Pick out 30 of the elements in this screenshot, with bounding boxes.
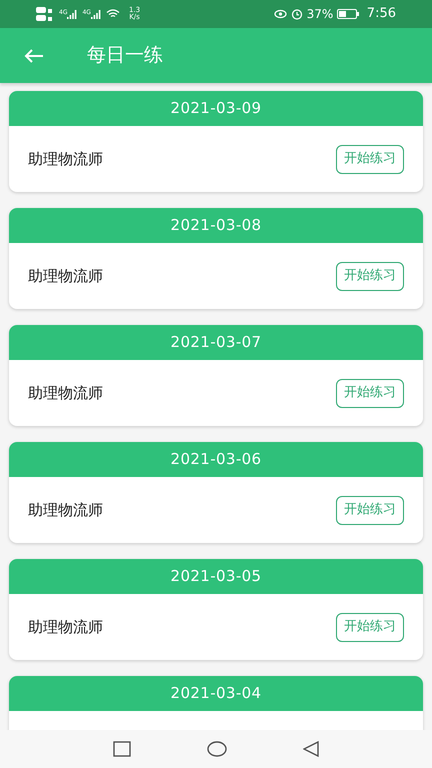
practice-date: 2021-03-05	[170, 566, 262, 588]
practice-title: 助理物流师	[28, 382, 103, 404]
triangle-back-icon[interactable]	[303, 741, 319, 757]
eye-icon	[274, 9, 287, 19]
clock-time: 7:56	[366, 5, 396, 24]
start-practice-button[interactable]: 开始练习	[336, 378, 404, 408]
signal-icon	[90, 10, 101, 18]
square-icon[interactable]	[113, 741, 131, 757]
signal-icon	[67, 10, 78, 18]
practice-title: 助理物流师	[28, 500, 103, 521]
practice-title: 助理物流师	[28, 616, 103, 638]
battery-percent: 37%	[306, 6, 334, 23]
circle-icon[interactable]	[207, 741, 227, 757]
battery-icon	[337, 9, 359, 19]
start-practice-button[interactable]: 开始练习	[336, 612, 404, 642]
wifi-icon	[106, 9, 120, 19]
practice-date: 2021-03-07	[170, 332, 262, 354]
practice-date: 2021-03-04	[170, 683, 262, 704]
start-practice-button[interactable]: 开始练习	[336, 144, 404, 174]
practice-title: 助理物流师	[28, 266, 103, 287]
page-title: 每日一练	[87, 43, 163, 68]
practice-date: 2021-03-06	[170, 449, 262, 470]
practice-title: 助理物流师	[28, 148, 103, 170]
hd-icon	[36, 5, 54, 23]
back-arrow-icon	[24, 48, 44, 64]
start-practice-button[interactable]: 开始练习	[336, 496, 404, 524]
practice-date: 2021-03-08	[170, 215, 262, 236]
practice-date: 2021-03-09	[170, 98, 262, 120]
alarm-icon	[290, 8, 303, 20]
start-practice-button[interactable]: 开始练习	[336, 262, 404, 290]
